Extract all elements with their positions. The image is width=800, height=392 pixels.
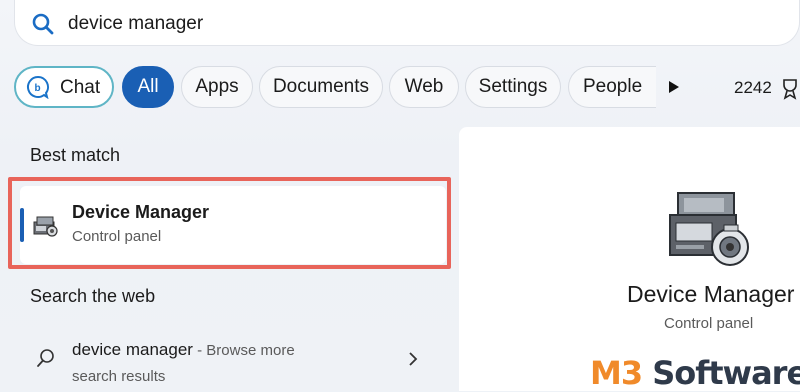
search-input[interactable] (68, 10, 468, 38)
more-arrow-icon[interactable] (668, 80, 680, 94)
bing-chat-icon: b (27, 75, 49, 99)
web-query-suffix: - Browse more (192, 342, 295, 359)
chat-label: Chat (60, 77, 101, 98)
chat-chip[interactable]: b Chat (14, 66, 114, 108)
tab-documents[interactable]: Documents (259, 66, 383, 108)
tab-people[interactable]: People (568, 66, 656, 108)
highlight-annotation (8, 177, 451, 269)
trophy-icon[interactable] (781, 78, 799, 100)
web-search-icon (37, 349, 54, 367)
web-query: device manager (72, 340, 193, 359)
svg-text:b: b (35, 83, 41, 94)
preview-subtitle: Control panel (664, 315, 754, 332)
rewards-points: 2242 (734, 78, 772, 97)
preview-title: Device Manager (627, 281, 795, 307)
watermark-rest: Software (642, 354, 800, 392)
tab-settings[interactable]: Settings (465, 66, 561, 108)
watermark-logo: M3 Software (590, 354, 800, 392)
web-search-item[interactable]: device manager - Browse more search resu… (20, 330, 446, 391)
search-icon (32, 13, 54, 35)
tab-apps[interactable]: Apps (181, 66, 253, 108)
best-match-heading: Best match (30, 145, 121, 165)
search-web-heading: Search the web (30, 286, 156, 306)
chevron-right-icon[interactable] (408, 352, 418, 366)
web-query-line: device manager - Browse more (72, 340, 295, 360)
web-query-subtitle: search results (72, 368, 166, 385)
tab-all[interactable]: All (122, 66, 174, 108)
watermark-prefix: M3 (590, 354, 643, 392)
preview-panel: Device Manager Control panel (459, 127, 800, 391)
tab-web[interactable]: Web (389, 66, 459, 108)
device-manager-large-icon (669, 192, 749, 266)
